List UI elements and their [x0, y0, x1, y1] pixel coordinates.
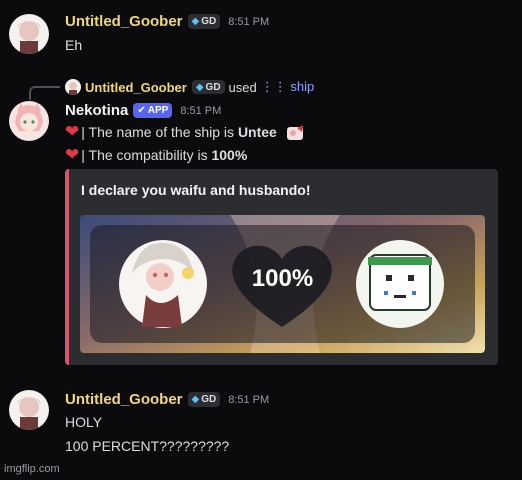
- slash-command-icon: ⋮⋮: [260, 79, 287, 94]
- verified-check-icon: ✔: [137, 105, 146, 116]
- reply-username[interactable]: Untitled_Goober: [85, 80, 187, 95]
- timestamp: 8:51 PM: [180, 104, 222, 117]
- compatibility-percent: 100%: [251, 265, 314, 292]
- user-avatar[interactable]: [9, 14, 49, 54]
- ship-embed: I declare you waifu and husbando! 100%: [65, 169, 498, 365]
- message-text: HOLY: [65, 414, 103, 430]
- reply-reference[interactable]: Untitled_Goober ◆ GD used ⋮⋮ ship: [65, 79, 314, 95]
- reply-used-label: used: [228, 79, 257, 95]
- bot-avatar[interactable]: [9, 101, 49, 141]
- username[interactable]: Untitled_Goober: [65, 391, 183, 408]
- message-3: Untitled_Goober ◆ GD 8:51 PM HOLY 100 PER…: [0, 380, 522, 460]
- timestamp: 8:51 PM: [228, 393, 270, 406]
- message-text: Eh: [65, 37, 83, 53]
- slash-command-link[interactable]: ⋮⋮ ship: [261, 79, 314, 95]
- heart-icon: ❤: [65, 122, 80, 141]
- reply-avatar: [65, 79, 81, 95]
- compatibility-line: ❤ | The compatibility is 100%: [65, 145, 248, 164]
- guild-tag[interactable]: ◆ GD: [187, 392, 221, 407]
- reply-guild-tag: ◆ GD: [191, 80, 225, 94]
- message-1: Untitled_Goober ◆ GD 8:51 PM Eh: [0, 0, 522, 70]
- guild-tag[interactable]: ◆ GD: [187, 14, 221, 29]
- app-badge: ✔ APP: [133, 103, 173, 118]
- heart-icon: ❤: [65, 145, 80, 164]
- ship-emoji-icon: [285, 124, 305, 142]
- diamond-icon: ◆: [191, 394, 200, 405]
- embed-title: I declare you waifu and husbando!: [81, 182, 311, 198]
- ship-image[interactable]: 100%: [80, 215, 485, 353]
- ship-name-line: ❤ | The name of the ship is Untee: [65, 122, 305, 142]
- timestamp: 8:51 PM: [228, 15, 270, 28]
- user-avatar[interactable]: [9, 390, 49, 430]
- diamond-icon: ◆: [195, 81, 204, 93]
- bot-username[interactable]: Nekotina: [65, 102, 128, 119]
- message-text: 100 PERCENT?????????: [65, 438, 230, 454]
- diamond-icon: ◆: [191, 16, 200, 27]
- username[interactable]: Untitled_Goober: [65, 13, 183, 30]
- watermark: imgflip.com: [4, 463, 60, 475]
